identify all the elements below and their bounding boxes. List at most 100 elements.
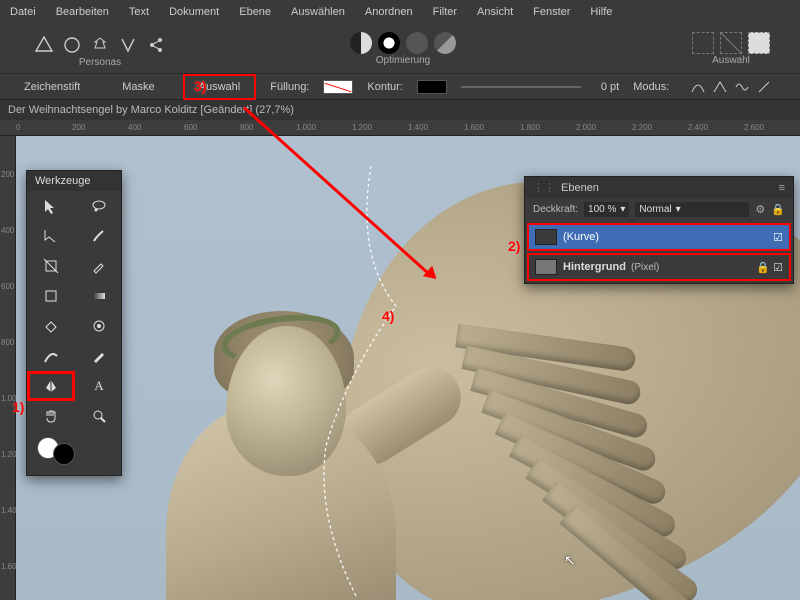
fill-label: Füllung:: [270, 81, 309, 93]
ruler-h-mark: 1.200: [352, 123, 372, 132]
shape-tool-icon[interactable]: [27, 281, 75, 311]
sel-icon-3[interactable]: [748, 32, 770, 54]
menu-help[interactable]: Hilfe: [590, 6, 612, 18]
context-tab-pen[interactable]: Zeichenstift: [10, 76, 94, 98]
fill-swatch[interactable]: [323, 80, 353, 94]
persona-node-icon[interactable]: [117, 34, 139, 56]
ruler-h-mark: 800: [240, 123, 253, 132]
gradient-tool-icon[interactable]: [75, 281, 123, 311]
menu-arrange[interactable]: Anordnen: [365, 6, 413, 18]
menu-layer[interactable]: Ebene: [239, 6, 271, 18]
ruler-h-mark: 400: [128, 123, 141, 132]
crop-tool-icon[interactable]: [27, 251, 75, 281]
ruler-horizontal: 0 200 400 600 800 1.000 1.200 1.400 1.60…: [0, 120, 800, 136]
fill-tool-icon[interactable]: [27, 311, 75, 341]
chevron-down-icon: ▾: [620, 204, 625, 215]
text-tool-icon[interactable]: A: [75, 371, 123, 401]
mode-label: Modus:: [633, 81, 669, 93]
layer-row-curve[interactable]: (Kurve) ☑: [527, 223, 791, 251]
ruler-v-mark: 400: [1, 226, 14, 235]
layer-lock-vis[interactable]: 🔒 ☑: [756, 261, 783, 274]
annotation-4: 4): [382, 308, 394, 324]
stroke-swatch[interactable]: [417, 80, 447, 94]
ruler-vertical: 200 400 600 800 1.000 1.200 1.400 1.600: [0, 136, 16, 600]
menu-filter[interactable]: Filter: [433, 6, 457, 18]
layers-panel: ⋮⋮ Ebenen ≡ Deckkraft: 100 % ▾ Normal ▾ …: [524, 176, 794, 284]
zoom-tool-icon[interactable]: [75, 401, 123, 431]
menu-bar: Datei Bearbeiten Text Dokument Ebene Aus…: [0, 0, 800, 24]
panel-menu-icon[interactable]: ≡: [779, 182, 785, 194]
pencil-tool-icon[interactable]: [75, 341, 123, 371]
sel-icon-1[interactable]: [692, 32, 714, 54]
eyedropper-tool-icon[interactable]: [75, 251, 123, 281]
menu-edit[interactable]: Bearbeiten: [56, 6, 109, 18]
opacity-label: Deckkraft:: [533, 204, 578, 215]
mode-line-icon[interactable]: [757, 80, 771, 94]
node-tool-icon[interactable]: [27, 221, 75, 251]
color-wells[interactable]: [27, 431, 121, 475]
stroke-label: Kontur:: [367, 81, 402, 93]
persona-export-icon[interactable]: [89, 34, 111, 56]
ruler-h-mark: 600: [184, 123, 197, 132]
move-tool-icon[interactable]: [27, 191, 75, 221]
gear-icon[interactable]: ⚙: [755, 203, 765, 216]
persona-pixel-icon[interactable]: [61, 34, 83, 56]
layer-name: Hintergrund: [563, 261, 626, 273]
persona-share-icon[interactable]: [145, 34, 167, 56]
layers-title: Ebenen: [561, 182, 599, 194]
opt-label: Optimierung: [376, 55, 430, 66]
annotation-1: 1): [12, 399, 24, 415]
hand-tool-icon[interactable]: [27, 401, 75, 431]
panel-grip-icon[interactable]: ⋮⋮: [533, 181, 555, 194]
menu-select[interactable]: Auswählen: [291, 6, 345, 18]
menu-document[interactable]: Dokument: [169, 6, 219, 18]
annotation-3: 3): [194, 78, 206, 94]
ruler-h-mark: 0: [16, 123, 20, 132]
personas-label: Personas: [79, 57, 121, 68]
sel-label: Auswahl: [712, 55, 750, 66]
layer-thumbnail: [535, 259, 557, 275]
document-tab[interactable]: Der Weihnachtsengel by Marco Kolditz [Ge…: [0, 100, 800, 120]
sel-icon-2[interactable]: [720, 32, 742, 54]
lock-icon[interactable]: 🔒: [771, 203, 785, 216]
menu-file[interactable]: Datei: [10, 6, 36, 18]
layer-thumbnail: [535, 229, 557, 245]
menu-view[interactable]: Ansicht: [477, 6, 513, 18]
ruler-v-mark: 200: [1, 170, 14, 179]
layer-row-background[interactable]: Hintergrund (Pixel) 🔒 ☑: [527, 253, 791, 281]
persona-designer-icon[interactable]: [33, 34, 55, 56]
ruler-h-mark: 2.200: [632, 123, 652, 132]
visibility-checkbox[interactable]: ☑: [773, 231, 783, 244]
stroke-value: 0 pt: [601, 81, 619, 93]
opt-icon-2[interactable]: [378, 32, 400, 54]
ruler-h-mark: 2.400: [688, 123, 708, 132]
context-tab-mask[interactable]: Maske: [108, 76, 168, 98]
stroke-slider[interactable]: [461, 86, 581, 88]
tools-panel: Werkzeuge A: [26, 170, 122, 476]
ruler-h-mark: 1.800: [520, 123, 540, 132]
opt-icon-1[interactable]: [350, 32, 372, 54]
mode-poly-icon[interactable]: [735, 80, 749, 94]
toolbar-row: Personas Optimierung Auswahl: [0, 24, 800, 74]
background-color[interactable]: [53, 443, 75, 465]
blend-mode[interactable]: Normal ▾: [635, 202, 749, 217]
ruler-h-mark: 1.000: [296, 123, 316, 132]
chevron-down-icon: ▾: [676, 204, 681, 215]
layer-name: (Kurve): [563, 231, 599, 243]
pen-tool-icon[interactable]: [27, 371, 75, 401]
opt-icon-3[interactable]: [406, 32, 428, 54]
cursor-icon: ↖: [564, 552, 576, 569]
vector-brush-tool-icon[interactable]: [27, 341, 75, 371]
menu-text[interactable]: Text: [129, 6, 149, 18]
menu-window[interactable]: Fenster: [533, 6, 570, 18]
brush-tool-icon[interactable]: [75, 221, 123, 251]
transparency-tool-icon[interactable]: [75, 311, 123, 341]
layer-type: (Pixel): [631, 262, 659, 273]
mode-smart-icon[interactable]: [713, 80, 727, 94]
ruler-h-mark: 200: [72, 123, 85, 132]
opt-icon-4[interactable]: [434, 32, 456, 54]
lasso-tool-icon[interactable]: [75, 191, 123, 221]
opacity-value[interactable]: 100 % ▾: [584, 202, 629, 217]
mode-curve-icon[interactable]: [691, 80, 705, 94]
ruler-h-mark: 1.400: [408, 123, 428, 132]
